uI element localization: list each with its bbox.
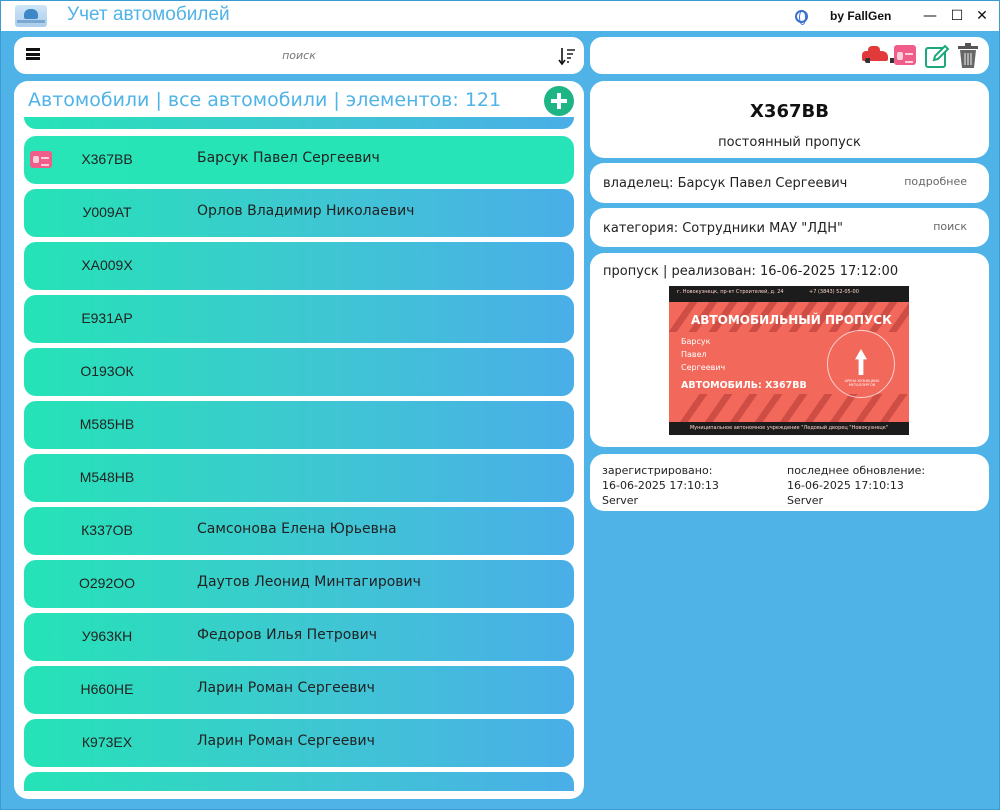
pass-image-heading: АВТОМОБИЛЬНЫЙ ПРОПУСК: [691, 313, 892, 327]
pass-image[interactable]: г. Новокузнецк, пр-кт Строителей, д. 24 …: [669, 286, 909, 435]
registered-label: зарегистрировано:: [602, 464, 713, 477]
meta-card: зарегистрировано: 16-06-2025 17:10:13 Se…: [590, 454, 989, 511]
pass-image-car: АВТОМОБИЛЬ: Х367ВВ: [681, 380, 807, 391]
list-item[interactable]: К337ОВ Самсонова Елена Юрьевна: [24, 507, 574, 555]
updated-label: последнее обновление:: [787, 464, 926, 477]
pass-icon[interactable]: [894, 45, 916, 65]
detail-pass-info: пропуск | реализован: 16-06-2025 17:12:0…: [603, 264, 899, 279]
search-input[interactable]: [214, 46, 384, 64]
detail-category: категория: Сотрудники МАУ "ЛДН": [603, 221, 843, 236]
arena-logo-mark: [855, 349, 867, 375]
vehicle-plate: М548НВ: [79, 469, 135, 485]
registered-by: Server: [602, 494, 639, 507]
byline: by FallGen: [830, 9, 892, 23]
app-logo-icon: [15, 5, 47, 27]
vehicle-plate: Х367ВВ: [81, 151, 133, 167]
vehicle-owner: Даутов Леонид Минтагирович: [197, 574, 421, 590]
list-item[interactable]: ХА009Х: [24, 242, 574, 290]
minimize-button[interactable]: —: [919, 5, 941, 27]
vehicle-owner: Федоров Илья Петрович: [197, 627, 377, 643]
registered-date: 16-06-2025 17:10:13: [602, 479, 719, 492]
owner-details-link[interactable]: подробнее: [904, 175, 967, 188]
plate-card: Х367ВВ постоянный пропуск: [590, 81, 989, 158]
vehicle-plate: Н660НЕ: [80, 681, 134, 697]
vehicle-plate: М585НВ: [79, 416, 135, 432]
pass-image-phone: +7 (3843) 52-05-00: [809, 289, 859, 295]
trash-icon[interactable]: [957, 43, 979, 69]
list-item[interactable]: У009АТ Орлов Владимир Николаевич: [24, 189, 574, 237]
updated-date: 16-06-2025 17:10:13: [787, 479, 904, 492]
vehicle-plate: К337ОВ: [81, 522, 133, 538]
list-item[interactable]: Е931АР: [24, 295, 574, 343]
car-icon[interactable]: [862, 46, 895, 63]
vehicle-owner: Ларин Роман Сергеевич: [197, 680, 375, 696]
detail-pass-type: постоянный пропуск: [718, 135, 861, 150]
list-item[interactable]: М585НВ: [24, 401, 574, 449]
arena-logo: АРЕНА КУЗНЕЦКИХ МЕТАЛЛУРГОВ: [827, 330, 895, 398]
vehicle-plate: О292ОО: [78, 575, 136, 591]
list-item[interactable]: Н660НЕ Ларин Роман Сергеевич: [24, 666, 574, 714]
detail-plate: Х367ВВ: [750, 101, 829, 122]
vehicle-owner: Барсук Павел Сергеевич: [197, 150, 380, 166]
globe-icon[interactable]: [795, 10, 808, 25]
list-item-partial[interactable]: [24, 772, 574, 791]
registered-block: зарегистрировано: 16-06-2025 17:10:13 Se…: [602, 463, 719, 508]
vehicle-plate: Е931АР: [81, 310, 133, 326]
list-item[interactable]: У963КН Федоров Илья Петрович: [24, 613, 574, 661]
vehicle-plate: У009АТ: [82, 204, 132, 220]
pass-image-patronymic: Сергеевич: [681, 363, 726, 372]
list-item[interactable]: О292ОО Даутов Леонид Минтагирович: [24, 560, 574, 608]
pass-image-firstname: Павел: [681, 350, 707, 359]
pass-image-surname: Барсук: [681, 337, 711, 346]
list-toolbar: [14, 37, 584, 74]
category-search-link[interactable]: поиск: [933, 220, 967, 233]
vehicle-owner: Орлов Владимир Николаевич: [197, 203, 415, 219]
add-vehicle-button[interactable]: [544, 86, 574, 116]
category-card: категория: Сотрудники МАУ "ЛДН" поиск: [590, 208, 989, 247]
updated-block: последнее обновление: 16-06-2025 17:10:1…: [787, 463, 925, 508]
updated-by: Server: [787, 494, 824, 507]
pass-image-header: г. Новокузнецк, пр-кт Строителей, д. 24 …: [669, 286, 909, 302]
list-item[interactable]: О193ОК: [24, 348, 574, 396]
vehicle-plate: О193ОК: [80, 363, 134, 379]
list-item[interactable]: Х367ВВ Барсук Павел Сергеевич: [24, 136, 574, 184]
vehicle-plate: ХА009Х: [81, 257, 133, 273]
window-title: Учет автомобилей: [67, 4, 230, 25]
pass-image-footer-text: Муниципальное автономное учреждение "Лед…: [689, 425, 889, 431]
sort-icon[interactable]: [558, 46, 576, 66]
pass-badge-icon: [30, 151, 52, 168]
vehicle-list[interactable]: Х367ВВ Барсук Павел Сергеевич У009АТ Орл…: [24, 117, 574, 791]
detail-owner: владелец: Барсук Павел Сергеевич: [603, 176, 848, 191]
close-button[interactable]: ✕: [971, 5, 993, 27]
list-item[interactable]: М548НВ: [24, 454, 574, 502]
vehicle-owner: Ларин Роман Сергеевич: [197, 733, 375, 749]
pass-image-footer: Муниципальное автономное учреждение "Лед…: [669, 422, 909, 435]
menu-icon[interactable]: [26, 48, 40, 60]
vehicle-plate: У963КН: [81, 628, 133, 644]
title-bar[interactable]: Учет автомобилей by FallGen — ☐ ✕: [1, 1, 999, 31]
vehicle-list-panel: Автомобили | все автомобили | элементов:…: [14, 81, 584, 799]
list-item-partial[interactable]: [24, 117, 574, 129]
app-window: Учет автомобилей by FallGen — ☐ ✕ Автомо…: [0, 0, 1000, 810]
pass-image-address: г. Новокузнецк, пр-кт Строителей, д. 24: [677, 289, 784, 295]
list-title: Автомобили | все автомобили | элементов:…: [28, 89, 502, 111]
edit-icon[interactable]: [924, 43, 950, 69]
list-item[interactable]: К973ЕХ Ларин Роман Сергеевич: [24, 719, 574, 767]
vehicle-owner: Самсонова Елена Юрьевна: [197, 521, 397, 537]
details-toolbar: [590, 37, 989, 74]
maximize-button[interactable]: ☐: [946, 5, 968, 27]
owner-card: владелец: Барсук Павел Сергеевич подробн…: [590, 163, 989, 203]
arena-logo-text: АРЕНА КУЗНЕЦКИХ МЕТАЛЛУРГОВ: [844, 379, 880, 387]
pass-card: пропуск | реализован: 16-06-2025 17:12:0…: [590, 253, 989, 447]
vehicle-plate: К973ЕХ: [81, 734, 133, 750]
